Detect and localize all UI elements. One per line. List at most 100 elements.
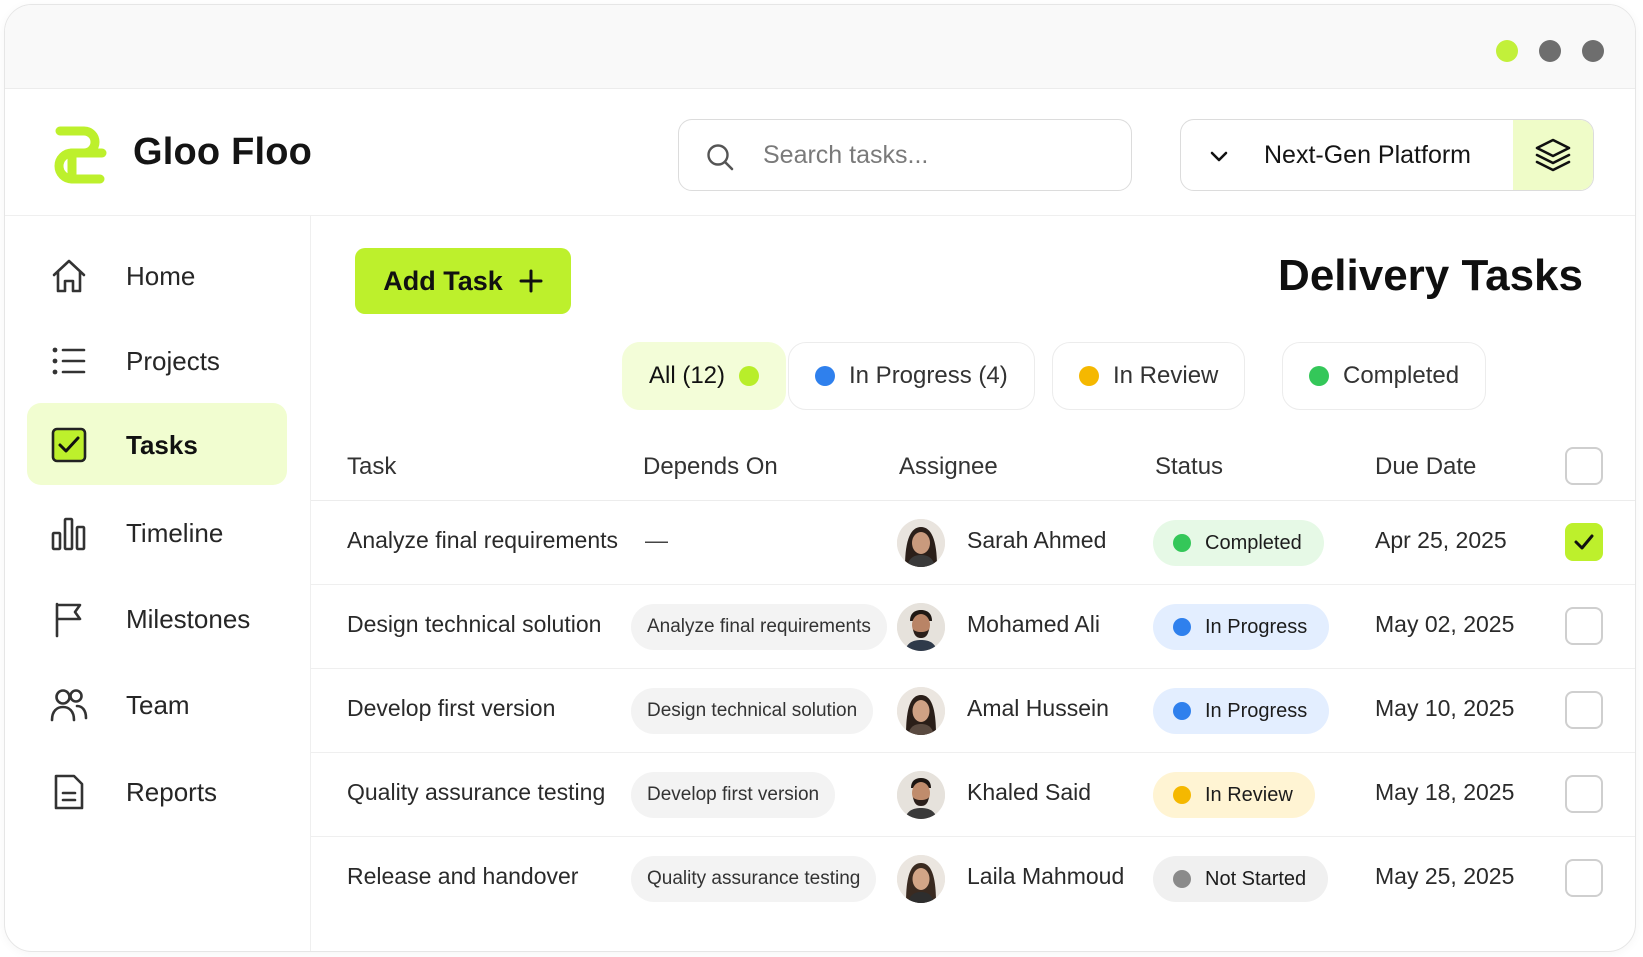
depends-on-chip[interactable]: Quality assurance testing — [631, 856, 877, 902]
project-selector[interactable]: Next-Gen Platform — [1180, 119, 1594, 191]
brand-name: Gloo Floo — [133, 131, 313, 173]
filter-label: All (12) — [649, 362, 726, 389]
due-date: May 10, 2025 — [1375, 695, 1515, 721]
sidebar-item-label: Milestones — [126, 604, 251, 634]
app-window: Gloo Floo Next-Gen Platform — [4, 4, 1636, 952]
filter-label: In Review — [1113, 362, 1219, 389]
filter-label: Completed — [1343, 362, 1460, 389]
status-badge: In Review — [1153, 772, 1315, 818]
sidebar-item-label: Projects — [126, 346, 220, 376]
sidebar-item-timeline[interactable]: Timeline — [27, 491, 287, 573]
layers-button[interactable] — [1513, 120, 1593, 190]
table-row[interactable]: Analyze final requirements — Sarah Ahmed… — [311, 501, 1635, 585]
due-date: May 18, 2025 — [1375, 779, 1515, 805]
table-row[interactable]: Design technical solution Analyze final … — [311, 585, 1635, 669]
sidebar: Home Projects Tasks Timeline Milestones … — [5, 216, 311, 951]
filter-in-review[interactable]: In Review — [1052, 342, 1246, 410]
sidebar-item-label: Team — [126, 690, 190, 720]
users-icon — [50, 689, 88, 722]
flag-icon — [55, 602, 82, 638]
sidebar-item-label: Home — [126, 261, 196, 291]
filter-dot — [1079, 366, 1099, 386]
row-checkbox[interactable] — [1565, 607, 1603, 645]
list-icon — [52, 347, 86, 375]
task-name: Quality assurance testing — [347, 779, 606, 805]
home-icon — [52, 259, 86, 293]
task-name: Release and handover — [347, 863, 579, 889]
window-dot-green[interactable] — [1496, 40, 1518, 62]
table-header: Task Depends On Assignee Status Due Date — [311, 435, 1635, 501]
sidebar-item-home[interactable]: Home — [27, 234, 287, 316]
select-all-checkbox[interactable] — [1565, 447, 1603, 485]
status-label: Not Started — [1205, 867, 1307, 890]
table-row[interactable]: Develop first version Design technical s… — [311, 669, 1635, 753]
filter-in-progress[interactable]: In Progress (4) — [788, 342, 1035, 410]
sidebar-item-label: Timeline — [126, 518, 224, 548]
filter-completed[interactable]: Completed — [1282, 342, 1487, 410]
assignee-name: Sarah Ahmed — [967, 527, 1107, 553]
avatar — [897, 771, 945, 819]
column-header-assignee[interactable]: Assignee — [899, 453, 998, 481]
column-header-status[interactable]: Status — [1155, 453, 1223, 481]
status-badge: Not Started — [1153, 856, 1329, 902]
add-task-label: Add Task — [383, 265, 503, 296]
status-badge: Completed — [1153, 520, 1324, 566]
search-box[interactable] — [678, 119, 1132, 191]
depends-on-chip[interactable]: Analyze final requirements — [631, 604, 887, 650]
status-dot — [1173, 870, 1191, 888]
status-dot — [1173, 534, 1191, 552]
avatar — [897, 855, 945, 903]
depends-on-empty: — — [645, 527, 668, 553]
status-label: In Progress — [1205, 615, 1308, 638]
row-checkbox[interactable] — [1565, 775, 1603, 813]
row-checkbox[interactable] — [1565, 691, 1603, 729]
status-badge: In Progress — [1153, 604, 1330, 650]
filter-dot — [739, 366, 760, 386]
add-task-button[interactable]: Add Task — [355, 248, 571, 314]
depends-on-chip[interactable]: Develop first version — [631, 772, 836, 818]
column-header-task[interactable]: Task — [347, 453, 396, 481]
project-name: Next-Gen Platform — [1264, 141, 1472, 169]
page-title: Delivery Tasks — [1278, 251, 1583, 300]
filter-all[interactable]: All (12) — [622, 342, 787, 410]
status-label: In Review — [1205, 783, 1293, 806]
chevron-down-icon — [1210, 151, 1228, 162]
search-input[interactable] — [763, 138, 1113, 172]
task-name: Design technical solution — [347, 611, 602, 637]
due-date: May 02, 2025 — [1375, 611, 1515, 637]
sidebar-item-projects[interactable]: Projects — [27, 319, 287, 401]
sidebar-item-milestones[interactable]: Milestones — [27, 577, 287, 659]
sidebar-item-reports[interactable]: Reports — [27, 750, 287, 832]
status-label: Completed — [1205, 531, 1302, 554]
table-row[interactable]: Quality assurance testing Develop first … — [311, 753, 1635, 837]
table-row[interactable]: Release and handover Quality assurance t… — [311, 837, 1635, 921]
assignee-name: Khaled Said — [967, 779, 1092, 805]
window-dot-gray[interactable] — [1539, 40, 1561, 62]
column-header-depends-on[interactable]: Depends On — [643, 453, 778, 481]
layers-icon — [1535, 138, 1571, 172]
status-dot — [1173, 618, 1191, 636]
status-label: In Progress — [1205, 699, 1308, 722]
plus-icon — [519, 269, 543, 293]
filter-label: In Progress (4) — [849, 362, 1008, 389]
document-icon — [54, 774, 84, 810]
task-name: Analyze final requirements — [347, 527, 619, 553]
gloo-floo-logo-icon — [54, 126, 107, 184]
window-dot-gray-2[interactable] — [1582, 40, 1604, 62]
status-badge: In Progress — [1153, 688, 1330, 734]
row-checkbox[interactable] — [1565, 859, 1603, 897]
title-bar — [5, 5, 1635, 89]
assignee-name: Laila Mahmoud — [967, 863, 1125, 889]
sidebar-item-tasks[interactable]: Tasks — [27, 403, 287, 485]
status-dot — [1173, 786, 1191, 804]
assignee-name: Amal Hussein — [967, 695, 1109, 721]
sidebar-item-team[interactable]: Team — [27, 663, 287, 745]
app-header: Gloo Floo Next-Gen Platform — [5, 89, 1635, 216]
avatar — [897, 687, 945, 735]
depends-on-chip[interactable]: Design technical solution — [631, 688, 874, 734]
column-header-due-date[interactable]: Due Date — [1375, 453, 1476, 481]
filter-dot — [815, 366, 835, 386]
filter-dot — [1309, 366, 1329, 386]
assignee-name: Mohamed Ali — [967, 611, 1100, 637]
row-checkbox[interactable] — [1565, 523, 1603, 561]
